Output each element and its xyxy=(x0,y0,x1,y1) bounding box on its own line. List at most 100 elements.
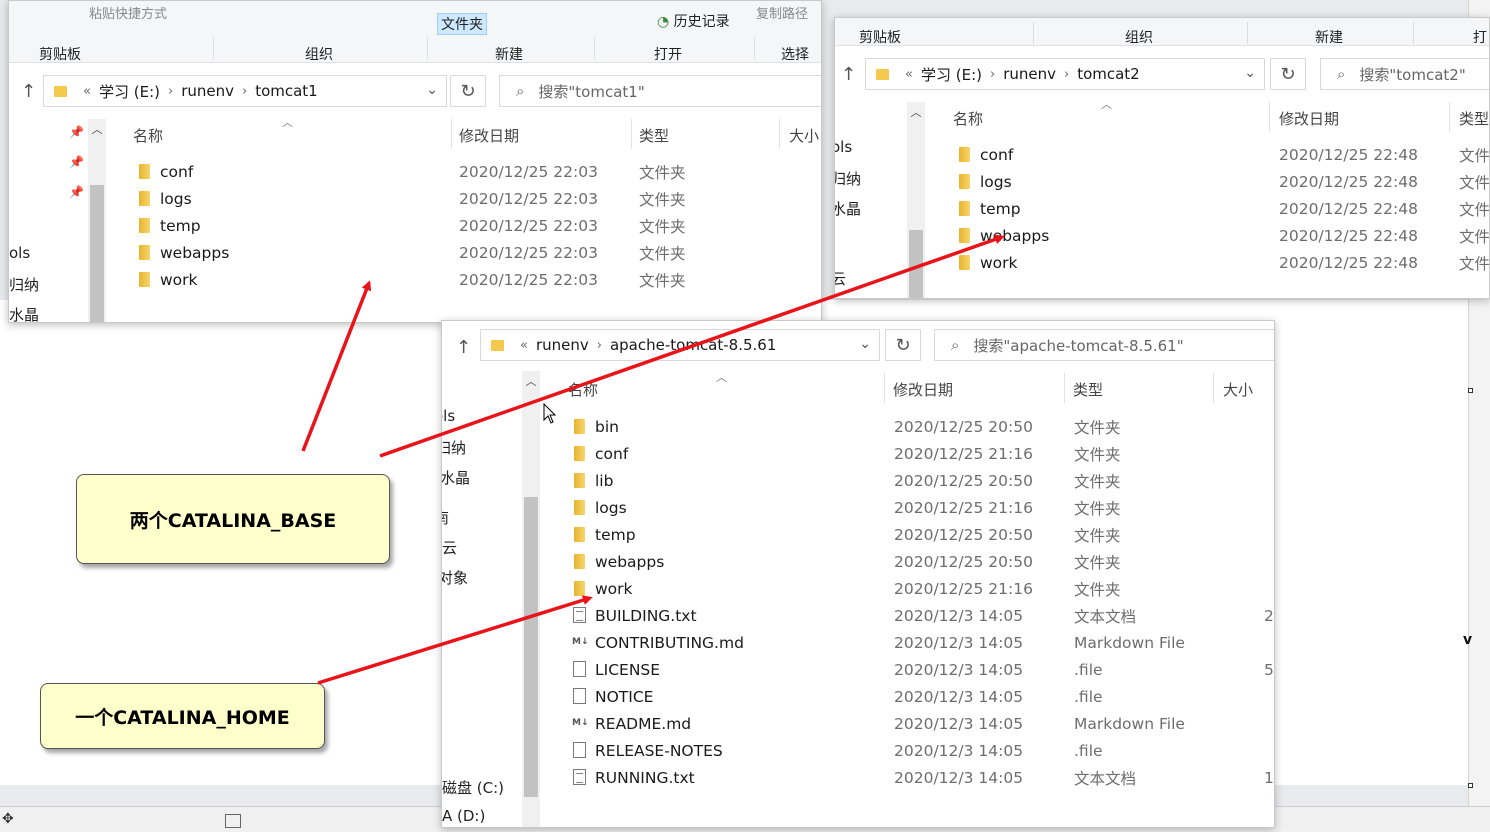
column-header-type[interactable]: 类型 xyxy=(1459,108,1489,129)
file-row[interactable]: M↓ README.md 2020/12/3 14:05 Markdown File xyxy=(564,710,1274,737)
pin-icon[interactable]: 📌 xyxy=(69,185,84,199)
chevron-down-icon[interactable]: ⌄ xyxy=(1244,65,1256,81)
address-bar[interactable]: « 学习 (E:) › runenv › tomcat2 ⌄ xyxy=(865,58,1265,90)
file-row[interactable]: conf 2020/12/25 21:16 文件夹 xyxy=(564,440,1274,467)
breadcrumb-current[interactable]: apache-tomcat-8.5.61 xyxy=(610,336,776,354)
nav-item[interactable]: 对象 xyxy=(442,567,468,588)
up-arrow-icon[interactable]: ↑ xyxy=(841,64,856,85)
chevron-right-icon[interactable]: › xyxy=(990,67,995,82)
column-header-name[interactable]: 名称 xyxy=(133,125,163,146)
address-bar[interactable]: « 学习 (E:) › runenv › tomcat1 ⌄ xyxy=(43,75,447,107)
scroll-up-icon[interactable]: ︿ xyxy=(907,104,925,120)
column-header-name[interactable]: 名称 xyxy=(953,108,983,129)
nav-item[interactable]: 南 xyxy=(442,507,449,528)
refresh-button[interactable]: ↻ xyxy=(885,329,921,361)
file-row[interactable]: work 2020/12/25 22:03 文件夹 xyxy=(129,266,809,293)
scroll-thumb[interactable] xyxy=(909,230,923,298)
file-row[interactable]: lib 2020/12/25 20:50 文件夹 xyxy=(564,467,1274,494)
file-row[interactable]: conf 2020/12/25 22:48 文件 xyxy=(949,141,1489,168)
search-input[interactable]: ⌕ 搜索"apache-tomcat-8.5.61" xyxy=(934,329,1274,361)
file-row[interactable]: LICENSE 2020/12/3 14:05 .file 5 xyxy=(564,656,1274,683)
chevron-right-icon[interactable]: › xyxy=(1064,67,1069,82)
refresh-button[interactable]: ↻ xyxy=(1270,58,1306,90)
nav-item[interactable]: 水晶 xyxy=(835,198,861,219)
breadcrumb-drive[interactable]: 学习 (E:) xyxy=(99,81,160,102)
file-row[interactable]: webapps 2020/12/25 20:50 文件夹 xyxy=(564,548,1274,575)
file-row[interactable]: webapps 2020/12/25 22:48 文件 xyxy=(949,222,1489,249)
chevron-down-icon[interactable]: ⌄ xyxy=(426,82,438,98)
selection-handle[interactable] xyxy=(1468,783,1473,788)
file-row[interactable]: temp 2020/12/25 22:48 文件 xyxy=(949,195,1489,222)
nav-item[interactable]: 水晶 xyxy=(9,304,39,322)
chevron-down-icon[interactable]: ⌄ xyxy=(859,336,871,352)
file-row[interactable]: BUILDING.txt 2020/12/3 14:05 文本文档 2 xyxy=(564,602,1274,629)
scroll-thumb[interactable] xyxy=(90,185,104,322)
up-arrow-icon[interactable]: ↑ xyxy=(456,337,471,358)
column-header-date[interactable]: 修改日期 xyxy=(459,125,519,146)
nav-scrollbar[interactable]: ︿ xyxy=(522,371,540,827)
file-row[interactable]: work 2020/12/25 22:48 文件 xyxy=(949,249,1489,276)
column-header-date[interactable]: 修改日期 xyxy=(1279,108,1339,129)
search-input[interactable]: ⌕ 搜索"tomcat2" xyxy=(1320,58,1489,90)
column-header-type[interactable]: 类型 xyxy=(639,125,669,146)
nav-item[interactable]: ols xyxy=(835,138,852,156)
file-row[interactable]: conf 2020/12/25 22:03 文件夹 xyxy=(129,158,809,185)
nav-item[interactable]: 水晶 xyxy=(442,467,470,488)
nav-item[interactable]: 磁盘 (C:) xyxy=(442,777,504,798)
column-header-size[interactable]: 大小 xyxy=(1223,379,1253,400)
refresh-button[interactable]: ↻ xyxy=(450,75,486,107)
nav-scrollbar[interactable]: ︿ xyxy=(88,119,106,322)
breadcrumb-runenv[interactable]: runenv xyxy=(1003,65,1056,83)
file-row[interactable]: logs 2020/12/25 22:03 文件夹 xyxy=(129,185,809,212)
column-header-type[interactable]: 类型 xyxy=(1073,379,1103,400)
chevron-right-icon[interactable]: › xyxy=(168,84,173,99)
pin-icon[interactable]: 📌 xyxy=(69,155,84,169)
breadcrumb-current[interactable]: tomcat2 xyxy=(1077,65,1140,83)
address-bar[interactable]: « runenv › apache-tomcat-8.5.61 ⌄ xyxy=(480,329,880,361)
file-row[interactable]: temp 2020/12/25 22:03 文件夹 xyxy=(129,212,809,239)
column-header-name[interactable]: 名称 xyxy=(568,379,598,400)
nav-item[interactable]: 归纳 xyxy=(9,274,39,295)
nav-item[interactable]: A (D:) xyxy=(442,807,485,825)
file-row[interactable]: webapps 2020/12/25 22:03 文件夹 xyxy=(129,239,809,266)
nav-scrollbar[interactable]: ︿ xyxy=(907,102,925,298)
file-row[interactable]: RELEASE-NOTES 2020/12/3 14:05 .file xyxy=(564,737,1274,764)
file-row[interactable]: NOTICE 2020/12/3 14:05 .file xyxy=(564,683,1274,710)
up-arrow-icon[interactable]: ↑ xyxy=(21,81,36,102)
selection-box-icon[interactable] xyxy=(225,814,241,828)
file-row[interactable]: RUNNING.txt 2020/12/3 14:05 文本文档 1 xyxy=(564,764,1274,791)
nav-item[interactable]: 归纳 xyxy=(442,437,466,458)
nav-item[interactable]: ols xyxy=(442,407,455,425)
ribbon-item-copy-path[interactable]: 复制路径 xyxy=(756,3,808,22)
nav-item[interactable]: ols xyxy=(9,244,30,262)
ribbon-item-folder[interactable]: 文件夹 xyxy=(437,13,487,35)
chevron-right-icon[interactable]: › xyxy=(242,84,247,99)
nav-item[interactable]: 云 xyxy=(835,268,846,289)
scroll-thumb[interactable] xyxy=(524,497,538,797)
breadcrumb-runenv[interactable]: runenv xyxy=(181,82,234,100)
nav-item[interactable]: 归纳 xyxy=(835,168,861,189)
breadcrumb-drive[interactable]: 学习 (E:) xyxy=(921,64,982,85)
column-header-size[interactable]: 大小 xyxy=(789,125,819,146)
search-input[interactable]: ⌕ 搜索"tomcat1" xyxy=(499,75,821,107)
selection-handle[interactable] xyxy=(1468,388,1473,393)
path-overflow[interactable]: « xyxy=(520,338,528,353)
ribbon-item-paste-shortcut[interactable]: 粘贴快捷方式 xyxy=(89,3,167,22)
file-row[interactable]: M↓ CONTRIBUTING.md 2020/12/3 14:05 Markdown… xyxy=(564,629,1274,656)
file-row[interactable]: temp 2020/12/25 20:50 文件夹 xyxy=(564,521,1274,548)
scroll-up-icon[interactable]: ︿ xyxy=(522,373,540,389)
path-overflow[interactable]: « xyxy=(905,67,913,82)
column-header-date[interactable]: 修改日期 xyxy=(893,379,953,400)
chevron-right-icon[interactable]: › xyxy=(597,338,602,353)
file-row[interactable]: bin 2020/12/25 20:50 文件夹 xyxy=(564,413,1274,440)
breadcrumb-current[interactable]: tomcat1 xyxy=(255,82,318,100)
file-row[interactable]: logs 2020/12/25 21:16 文件夹 xyxy=(564,494,1274,521)
scroll-up-icon[interactable]: ︿ xyxy=(88,121,106,137)
ribbon-item-history[interactable]: ◔ 历史记录 xyxy=(657,11,730,31)
file-row[interactable]: work 2020/12/25 21:16 文件夹 xyxy=(564,575,1274,602)
file-row[interactable]: logs 2020/12/25 22:48 文件 xyxy=(949,168,1489,195)
breadcrumb-runenv[interactable]: runenv xyxy=(536,336,589,354)
nav-item[interactable]: 云 xyxy=(442,537,457,558)
path-overflow[interactable]: « xyxy=(83,84,91,99)
pin-icon[interactable]: 📌 xyxy=(69,125,84,139)
